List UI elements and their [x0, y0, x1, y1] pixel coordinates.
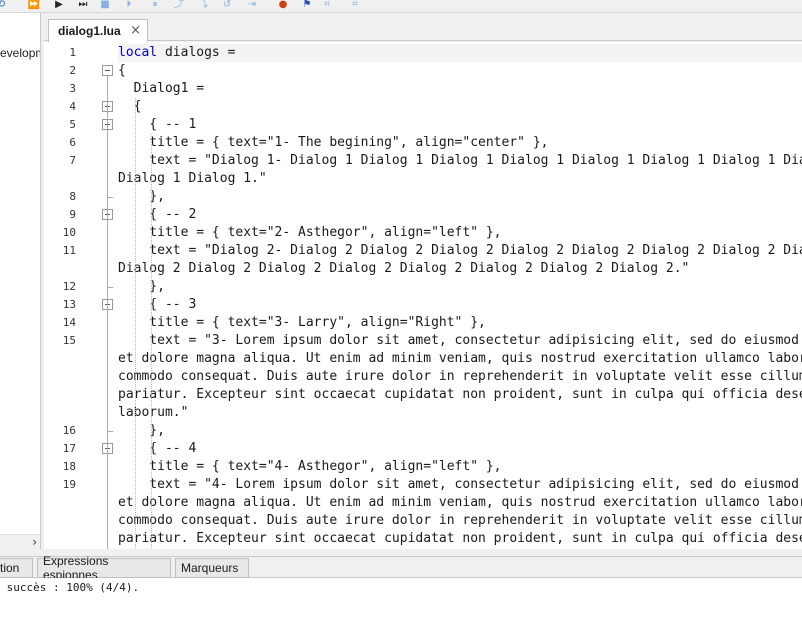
line-number: 17 [62, 442, 76, 455]
code-line[interactable]: title = { text="4- Asthegor", align="lef… [118, 458, 501, 476]
code-line[interactable]: Dialog1 = [118, 80, 204, 98]
line-number: 8 [69, 190, 76, 203]
tab-bookmarks-label: Marqueurs [181, 561, 239, 575]
code-line[interactable]: Dialog 2 Dialog 2 Dialog 2 Dialog 2 Dial… [118, 260, 689, 278]
code-line[interactable]: pariatur. Excepteur sint occaecat cupida… [118, 386, 802, 404]
run-to-cursor-icon[interactable]: ⇥ [245, 0, 259, 11]
code-line[interactable]: et dolore magna aliqua. Ut enim ad minim… [118, 350, 802, 368]
tab-dialog1-lua[interactable]: dialog1.lua × [48, 19, 148, 42]
code-line[interactable]: Dialog 1 Dialog 1." [118, 170, 267, 188]
code-line[interactable]: { -- 3 [118, 296, 196, 314]
line-number: 19 [62, 478, 76, 491]
project-panel-label[interactable]: evelopm [0, 46, 40, 60]
stop-icon[interactable]: ■ [98, 0, 112, 11]
line-number: 5 [69, 118, 76, 131]
line-number: 12 [62, 280, 76, 293]
code-line[interactable]: { -- 2 [118, 206, 196, 224]
line-number: 6 [69, 136, 76, 149]
indent-guide [135, 98, 136, 549]
code-line[interactable]: title = { text="2- Asthegor", align="lef… [118, 224, 501, 242]
code-line[interactable]: text = "Dialog 1- Dialog 1 Dialog 1 Dial… [118, 152, 802, 170]
watch-remove-icon[interactable]: ⌗ [348, 0, 362, 11]
code-line[interactable]: text = "3- Lorem ipsum dolor sit amet, c… [118, 332, 802, 350]
output-text: succès : 100% (4/4). [0, 581, 140, 594]
fold-toggle-icon[interactable] [102, 65, 113, 76]
code-line[interactable]: et dolore magna aliqua. Ut enim ad minim… [118, 494, 802, 512]
bookmark-icon[interactable]: ⚑ [300, 0, 314, 11]
line-number: 9 [69, 208, 76, 221]
step-out-icon[interactable]: ⤴ [172, 0, 186, 11]
run-icon[interactable]: ⏩ [27, 0, 41, 11]
output-panel: succès : 100% (4/4). [0, 578, 802, 632]
tab-bookmarks[interactable]: Marqueurs [175, 558, 249, 578]
line-number: 15 [62, 334, 76, 347]
code-line[interactable]: { -- 4 [118, 440, 196, 458]
pause-icon[interactable]: ⏸ [148, 0, 162, 11]
tab-output-label: tion [0, 561, 20, 575]
step-into-icon[interactable]: ⏭ [76, 0, 90, 11]
left-panel-scrollbar[interactable]: › [0, 534, 40, 549]
breakpoint-icon[interactable]: ● [276, 0, 290, 11]
tab-output[interactable]: tion [0, 558, 33, 578]
code-line[interactable]: local dialogs = [118, 44, 235, 62]
step-return-icon[interactable]: ↺ [220, 0, 234, 11]
line-number: 1 [69, 46, 76, 59]
fold-connector [107, 76, 108, 549]
code-line[interactable]: commodo consequat. Duis aute irure dolor… [118, 368, 802, 386]
close-icon[interactable]: × [130, 23, 141, 38]
indent-guide [151, 134, 152, 549]
line-number: 3 [69, 82, 76, 95]
scroll-right-icon[interactable]: › [32, 535, 37, 549]
code-line[interactable]: text = "Dialog 2- Dialog 2 Dialog 2 Dial… [118, 242, 802, 260]
step-into-debug-icon[interactable]: ⤵ [196, 0, 210, 11]
code-editor[interactable]: 1 2 3 4 5 6 7 8 9 10 11 12 13 14 15 16 17 18 19 local dial… [44, 42, 802, 549]
line-number-gutter: 1 2 3 4 5 6 7 8 9 10 11 12 13 14 15 16 17 18 19 [44, 42, 98, 549]
code-line[interactable]: text = "4- Lorem ipsum dolor sit amet, c… [118, 476, 802, 494]
code-line[interactable]: }, [118, 188, 165, 206]
bottom-tabbar: tion Expressions espionnes Marqueurs [0, 554, 802, 582]
line-number: 16 [62, 424, 76, 437]
code-line[interactable]: { -- 1 [118, 116, 196, 134]
code-line[interactable]: }, [118, 422, 165, 440]
code-line[interactable]: title = { text="3- Larry", align="Right"… [118, 314, 486, 332]
watch-icon[interactable]: ⌗ [320, 0, 334, 11]
code-line[interactable]: }, [118, 278, 165, 296]
step-over-icon[interactable]: ⏵ [122, 0, 136, 11]
editor-tabbar: dialog1.lua × [44, 13, 802, 42]
step-icon[interactable]: ▶ [52, 0, 66, 11]
tab-watch-expressions[interactable]: Expressions espionnes [37, 554, 171, 582]
project-panel: evelopm › [0, 13, 41, 549]
tab-label: dialog1.lua [58, 24, 121, 38]
line-number: 4 [69, 100, 76, 113]
line-number: 18 [62, 460, 76, 473]
code-line[interactable]: laborum." [118, 404, 188, 422]
line-number: 14 [62, 316, 76, 329]
code-line[interactable]: { [118, 62, 126, 80]
line-number: 10 [62, 226, 76, 239]
code-line[interactable]: commodo consequat. Duis aute irure dolor… [118, 512, 802, 530]
line-number: 11 [62, 244, 76, 257]
line-number: 2 [69, 64, 76, 77]
line-number: 7 [69, 154, 76, 167]
debug-toolbar: ⟲ ⏩ ▶ ⏭ ■ ⏵ ⏸ ⤴ ⤵ ↺ ⇥ ● ⚑ ⌗ ⌗ [0, 0, 802, 13]
code-line[interactable]: pariatur. Excepteur sint occaecat cupida… [118, 530, 802, 548]
code-area[interactable]: local dialogs ={ Dialog1 = { { -- 1 titl… [118, 42, 802, 549]
code-line[interactable]: { [118, 98, 142, 116]
keyword-token: local [118, 45, 158, 60]
step-back-icon[interactable]: ⟲ [0, 0, 8, 11]
line-number: 13 [62, 298, 76, 311]
code-line[interactable]: title = { text="1- The begining", align=… [118, 134, 548, 152]
